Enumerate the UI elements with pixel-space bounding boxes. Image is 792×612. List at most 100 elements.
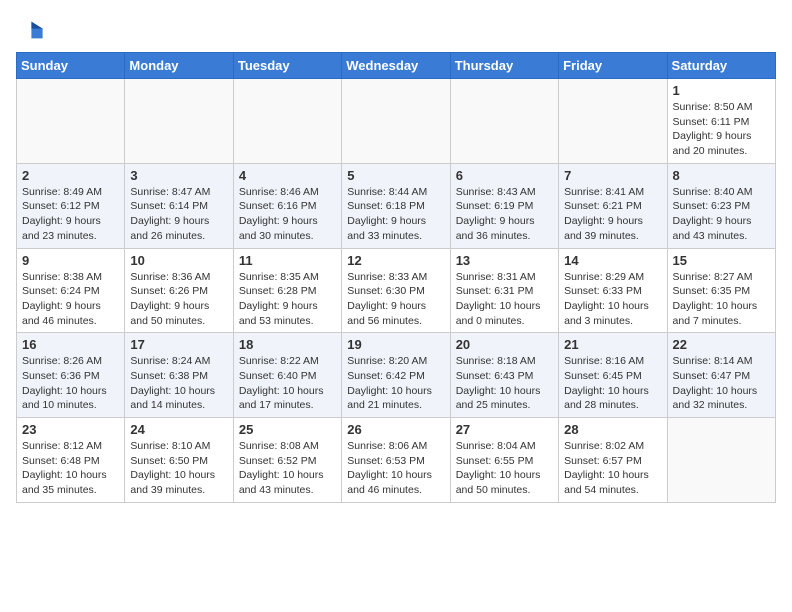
- day-number: 7: [564, 168, 661, 183]
- calendar-cell: [342, 79, 450, 164]
- page-header: [16, 16, 776, 44]
- day-info: Sunrise: 8:29 AM Sunset: 6:33 PM Dayligh…: [564, 270, 661, 329]
- day-info: Sunrise: 8:22 AM Sunset: 6:40 PM Dayligh…: [239, 354, 336, 413]
- day-info: Sunrise: 8:31 AM Sunset: 6:31 PM Dayligh…: [456, 270, 553, 329]
- day-info: Sunrise: 8:10 AM Sunset: 6:50 PM Dayligh…: [130, 439, 227, 498]
- day-number: 17: [130, 337, 227, 352]
- calendar-cell: [667, 418, 775, 503]
- day-number: 24: [130, 422, 227, 437]
- day-info: Sunrise: 8:40 AM Sunset: 6:23 PM Dayligh…: [673, 185, 770, 244]
- day-number: 9: [22, 253, 119, 268]
- calendar-cell: 19 Sunrise: 8:20 AM Sunset: 6:42 PM Dayli…: [342, 333, 450, 418]
- day-info: Sunrise: 8:50 AM Sunset: 6:11 PM Dayligh…: [673, 100, 770, 159]
- calendar-week-4: 16 Sunrise: 8:26 AM Sunset: 6:36 PM Dayli…: [17, 333, 776, 418]
- calendar-cell: 6Sunrise: 8:43 AM Sunset: 6:19 PM Daylig…: [450, 163, 558, 248]
- day-number: 27: [456, 422, 553, 437]
- calendar-cell: 26 Sunrise: 8:06 AM Sunset: 6:53 PM Dayli…: [342, 418, 450, 503]
- calendar-week-5: 23 Sunrise: 8:12 AM Sunset: 6:48 PM Dayli…: [17, 418, 776, 503]
- calendar-cell: 15 Sunrise: 8:27 AM Sunset: 6:35 PM Dayli…: [667, 248, 775, 333]
- weekday-header-tuesday: Tuesday: [233, 53, 341, 79]
- calendar-cell: 18 Sunrise: 8:22 AM Sunset: 6:40 PM Dayli…: [233, 333, 341, 418]
- calendar-cell: 21 Sunrise: 8:16 AM Sunset: 6:45 PM Dayli…: [559, 333, 667, 418]
- calendar-cell: [450, 79, 558, 164]
- weekday-header-friday: Friday: [559, 53, 667, 79]
- day-number: 20: [456, 337, 553, 352]
- logo-icon: [16, 16, 44, 44]
- day-number: 4: [239, 168, 336, 183]
- calendar-cell: 2 Sunrise: 8:49 AM Sunset: 6:12 PM Daylig…: [17, 163, 125, 248]
- logo: [16, 16, 48, 44]
- day-number: 14: [564, 253, 661, 268]
- calendar-cell: 22 Sunrise: 8:14 AM Sunset: 6:47 PM Dayli…: [667, 333, 775, 418]
- day-info: Sunrise: 8:26 AM Sunset: 6:36 PM Dayligh…: [22, 354, 119, 413]
- day-number: 18: [239, 337, 336, 352]
- day-number: 13: [456, 253, 553, 268]
- day-info: Sunrise: 8:14 AM Sunset: 6:47 PM Dayligh…: [673, 354, 770, 413]
- day-info: Sunrise: 8:46 AM Sunset: 6:16 PM Dayligh…: [239, 185, 336, 244]
- day-number: 8: [673, 168, 770, 183]
- calendar-cell: [125, 79, 233, 164]
- calendar-cell: 14 Sunrise: 8:29 AM Sunset: 6:33 PM Dayli…: [559, 248, 667, 333]
- calendar-cell: 24 Sunrise: 8:10 AM Sunset: 6:50 PM Dayli…: [125, 418, 233, 503]
- day-number: 15: [673, 253, 770, 268]
- day-number: 12: [347, 253, 444, 268]
- calendar-cell: 5 Sunrise: 8:44 AM Sunset: 6:18 PM Daylig…: [342, 163, 450, 248]
- weekday-header-saturday: Saturday: [667, 53, 775, 79]
- day-number: 5: [347, 168, 444, 183]
- day-info: Sunrise: 8:06 AM Sunset: 6:53 PM Dayligh…: [347, 439, 444, 498]
- day-number: 19: [347, 337, 444, 352]
- day-number: 3: [130, 168, 227, 183]
- calendar-cell: 17 Sunrise: 8:24 AM Sunset: 6:38 PM Dayli…: [125, 333, 233, 418]
- day-info: Sunrise: 8:49 AM Sunset: 6:12 PM Dayligh…: [22, 185, 119, 244]
- day-info: Sunrise: 8:08 AM Sunset: 6:52 PM Dayligh…: [239, 439, 336, 498]
- calendar-cell: [559, 79, 667, 164]
- calendar-cell: 27Sunrise: 8:04 AM Sunset: 6:55 PM Dayli…: [450, 418, 558, 503]
- day-number: 16: [22, 337, 119, 352]
- day-info: Sunrise: 8:20 AM Sunset: 6:42 PM Dayligh…: [347, 354, 444, 413]
- day-info: Sunrise: 8:18 AM Sunset: 6:43 PM Dayligh…: [456, 354, 553, 413]
- calendar-cell: 8 Sunrise: 8:40 AM Sunset: 6:23 PM Daylig…: [667, 163, 775, 248]
- day-number: 6: [456, 168, 553, 183]
- day-number: 26: [347, 422, 444, 437]
- weekday-header-wednesday: Wednesday: [342, 53, 450, 79]
- day-number: 11: [239, 253, 336, 268]
- day-info: Sunrise: 8:41 AM Sunset: 6:21 PM Dayligh…: [564, 185, 661, 244]
- calendar-cell: 20 Sunrise: 8:18 AM Sunset: 6:43 PM Dayli…: [450, 333, 558, 418]
- calendar-cell: 25 Sunrise: 8:08 AM Sunset: 6:52 PM Dayli…: [233, 418, 341, 503]
- day-info: Sunrise: 8:24 AM Sunset: 6:38 PM Dayligh…: [130, 354, 227, 413]
- day-info: Sunrise: 8:47 AM Sunset: 6:14 PM Dayligh…: [130, 185, 227, 244]
- day-info: Sunrise: 8:02 AM Sunset: 6:57 PM Dayligh…: [564, 439, 661, 498]
- weekday-header-thursday: Thursday: [450, 53, 558, 79]
- weekday-header-sunday: Sunday: [17, 53, 125, 79]
- day-info: Sunrise: 8:44 AM Sunset: 6:18 PM Dayligh…: [347, 185, 444, 244]
- day-info: Sunrise: 8:35 AM Sunset: 6:28 PM Dayligh…: [239, 270, 336, 329]
- calendar-cell: 10Sunrise: 8:36 AM Sunset: 6:26 PM Dayli…: [125, 248, 233, 333]
- calendar-cell: 23 Sunrise: 8:12 AM Sunset: 6:48 PM Dayli…: [17, 418, 125, 503]
- calendar-cell: 13 Sunrise: 8:31 AM Sunset: 6:31 PM Dayli…: [450, 248, 558, 333]
- day-info: Sunrise: 8:16 AM Sunset: 6:45 PM Dayligh…: [564, 354, 661, 413]
- weekday-header-row: SundayMondayTuesdayWednesdayThursdayFrid…: [17, 53, 776, 79]
- calendar-cell: 28Sunrise: 8:02 AM Sunset: 6:57 PM Dayli…: [559, 418, 667, 503]
- day-number: 1: [673, 83, 770, 98]
- calendar-week-1: 1 Sunrise: 8:50 AM Sunset: 6:11 PM Daylig…: [17, 79, 776, 164]
- day-info: Sunrise: 8:33 AM Sunset: 6:30 PM Dayligh…: [347, 270, 444, 329]
- calendar-cell: 1 Sunrise: 8:50 AM Sunset: 6:11 PM Daylig…: [667, 79, 775, 164]
- weekday-header-monday: Monday: [125, 53, 233, 79]
- calendar: SundayMondayTuesdayWednesdayThursdayFrid…: [16, 52, 776, 503]
- calendar-cell: 3 Sunrise: 8:47 AM Sunset: 6:14 PM Daylig…: [125, 163, 233, 248]
- day-number: 22: [673, 337, 770, 352]
- day-number: 10: [130, 253, 227, 268]
- calendar-cell: 12 Sunrise: 8:33 AM Sunset: 6:30 PM Dayli…: [342, 248, 450, 333]
- day-number: 21: [564, 337, 661, 352]
- day-info: Sunrise: 8:27 AM Sunset: 6:35 PM Dayligh…: [673, 270, 770, 329]
- day-number: 23: [22, 422, 119, 437]
- day-number: 2: [22, 168, 119, 183]
- calendar-cell: 9Sunrise: 8:38 AM Sunset: 6:24 PM Daylig…: [17, 248, 125, 333]
- day-info: Sunrise: 8:12 AM Sunset: 6:48 PM Dayligh…: [22, 439, 119, 498]
- calendar-cell: 7 Sunrise: 8:41 AM Sunset: 6:21 PM Daylig…: [559, 163, 667, 248]
- day-number: 25: [239, 422, 336, 437]
- calendar-week-3: 9Sunrise: 8:38 AM Sunset: 6:24 PM Daylig…: [17, 248, 776, 333]
- calendar-cell: [17, 79, 125, 164]
- calendar-cell: 4 Sunrise: 8:46 AM Sunset: 6:16 PM Daylig…: [233, 163, 341, 248]
- calendar-cell: [233, 79, 341, 164]
